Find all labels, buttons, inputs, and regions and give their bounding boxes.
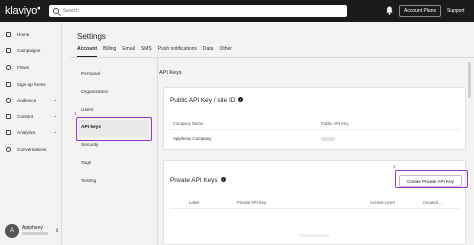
search-input[interactable] <box>63 8 263 14</box>
annotation-step-1: 1 <box>74 111 77 116</box>
card-title: Private API Keys i <box>170 177 226 184</box>
chevron-down-icon: ⌄ <box>53 129 58 135</box>
tab-billing[interactable]: Billing <box>103 46 116 57</box>
support-link[interactable]: Support <box>447 8 465 14</box>
tab-account[interactable]: Account <box>77 46 97 57</box>
content-divider <box>157 58 158 245</box>
column-header-label: Label <box>189 200 200 205</box>
subnav-users[interactable]: Users <box>81 108 94 113</box>
chevron-down-icon: ⌄ <box>53 97 58 103</box>
section-heading: API Keys <box>159 70 182 76</box>
sidebar-item-label: Content <box>17 113 34 119</box>
sidebar-item-content[interactable]: Content ⌄ <box>6 112 57 120</box>
public-key-value-redacted <box>321 137 335 141</box>
column-header-public-key: Public API Key <box>321 121 349 126</box>
tab-sms[interactable]: SMS <box>141 46 152 57</box>
forms-icon <box>6 81 11 87</box>
account-plans-button[interactable]: Account Plans <box>399 5 441 17</box>
sidebar-item-home[interactable]: Home <box>6 30 29 38</box>
subnav-tags[interactable]: Tags <box>81 161 91 166</box>
home-icon <box>6 31 11 37</box>
sidebar-item-label: Sign-up forms <box>17 81 46 87</box>
sidebar-item-conversations[interactable]: Conversations <box>6 145 46 153</box>
info-icon[interactable]: i <box>220 177 226 182</box>
top-bar: klaviyo■ Account Plans Support <box>0 0 474 22</box>
scrollbar[interactable] <box>468 62 471 98</box>
search-box[interactable] <box>49 5 347 17</box>
account-email-placeholder <box>22 232 48 235</box>
annotation-box-create-key <box>395 170 468 188</box>
subnav-personal[interactable]: Personal <box>81 72 100 77</box>
sidebar-item-flows[interactable]: Flows <box>6 63 29 71</box>
row-divider <box>170 208 460 209</box>
bell-icon[interactable] <box>386 6 393 15</box>
settings-tabs: Account Billing Email SMS Push notificat… <box>77 46 238 57</box>
sidebar-item-label: Conversations <box>17 146 47 152</box>
info-icon[interactable]: i <box>238 97 244 102</box>
search-icon <box>53 8 59 14</box>
klaviyo-logo[interactable]: klaviyo■ <box>5 5 48 17</box>
column-header-created: Created ... <box>423 200 443 205</box>
account-name[interactable]: Apipheny <box>22 225 43 231</box>
sidebar-item-label: Home <box>17 31 30 37</box>
tab-push-notifications[interactable]: Push notifications <box>158 46 197 57</box>
tab-email[interactable]: Email <box>122 46 135 57</box>
chevron-down-icon: ⌄ <box>53 113 58 119</box>
tab-other[interactable]: Other <box>219 46 232 57</box>
annotation-box-api-keys <box>76 117 152 141</box>
tab-data[interactable]: Data <box>203 46 214 57</box>
flows-icon <box>6 64 11 70</box>
column-header-private-key: Private API Key <box>237 200 267 205</box>
sidebar-item-signup-forms[interactable]: Sign-up forms <box>6 80 46 88</box>
column-header-access-level: Access Level <box>370 200 395 205</box>
campaigns-icon <box>6 47 11 53</box>
company-name-value: Apipheny Company <box>173 136 212 141</box>
analytics-icon <box>6 129 11 135</box>
subnav-organization[interactable]: Organization <box>81 90 108 95</box>
page-title: Settings <box>77 32 106 41</box>
sidebar-item-label: Flows <box>17 64 29 70</box>
sidebar-item-campaigns[interactable]: Campaigns <box>6 46 40 54</box>
card-title: Public API Key / site ID i <box>170 97 244 104</box>
content-icon <box>6 113 11 119</box>
row-divider <box>170 129 460 130</box>
empty-state-placeholder <box>299 234 329 237</box>
sidebar-item-label: Campaigns <box>17 47 41 53</box>
sidebar-item-label: Audience <box>17 97 37 103</box>
sidebar-item-label: Analytics <box>17 129 36 135</box>
subnav-security[interactable]: Security <box>81 143 98 148</box>
settings-subnav: Personal Organization Users API keys Sec… <box>70 58 157 245</box>
audience-icon <box>6 97 11 103</box>
column-header-company: Company Name <box>173 121 204 126</box>
sidebar-item-audience[interactable]: Audience ⌄ <box>6 96 57 104</box>
conversations-icon <box>6 146 11 152</box>
public-api-key-card: Public API Key / site ID i Company Name P… <box>163 87 466 150</box>
sidebar: Home Campaigns Flows Sign-up forms Audie… <box>0 22 62 245</box>
subnav-testing[interactable]: Testing <box>81 179 96 184</box>
annotation-step-2: 2 <box>393 164 396 169</box>
chevron-updown-icon[interactable]: ⇕ <box>55 228 59 234</box>
sidebar-item-analytics[interactable]: Analytics ⌄ <box>6 128 57 136</box>
avatar[interactable]: A <box>5 224 19 238</box>
